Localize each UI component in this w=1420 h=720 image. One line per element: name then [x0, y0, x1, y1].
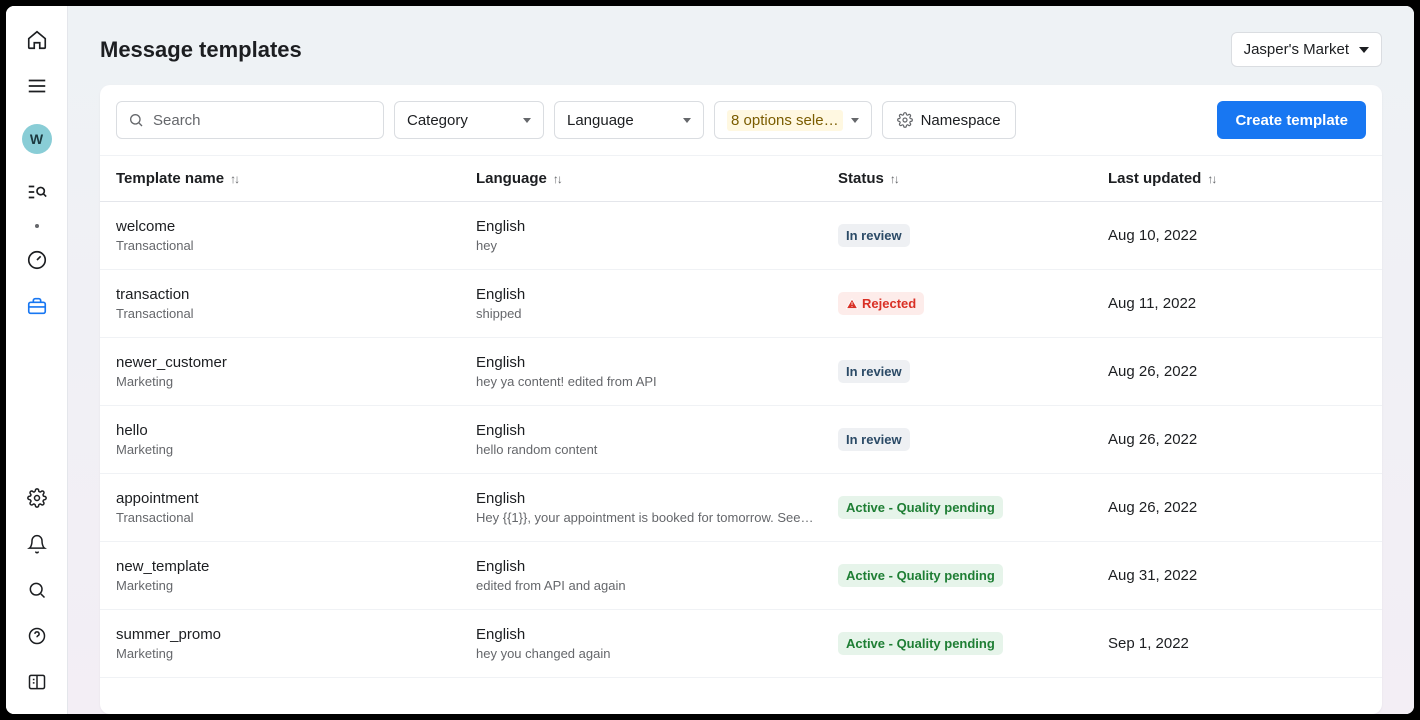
template-name: hello	[116, 422, 476, 439]
template-preview: Hey {{1}}, your appointment is booked fo…	[476, 510, 838, 525]
template-name: welcome	[116, 218, 476, 235]
home-icon[interactable]	[23, 26, 51, 54]
toolbox-icon[interactable]	[23, 292, 51, 320]
template-language: English	[476, 626, 838, 643]
col-header-language[interactable]: Language↑↓	[476, 170, 838, 187]
inspect-icon[interactable]	[23, 178, 51, 206]
search-wrap	[116, 101, 384, 139]
table-row[interactable]: new_template MarketingEnglish edited from …	[100, 542, 1382, 610]
template-category: Transactional	[116, 306, 476, 321]
dashboard-icon[interactable]	[23, 246, 51, 274]
toolbar: Category Language 8 options sele… Namesp…	[100, 85, 1382, 156]
template-name: new_template	[116, 558, 476, 575]
namespace-button[interactable]: Namespace	[882, 101, 1016, 139]
template-category: Transactional	[116, 510, 476, 525]
search-icon[interactable]	[23, 576, 51, 604]
template-language: English	[476, 286, 838, 303]
template-preview: hey	[476, 238, 838, 253]
chevron-down-icon	[683, 118, 691, 123]
template-updated: Aug 11, 2022	[1108, 295, 1366, 312]
language-label: Language	[567, 112, 634, 129]
table-row[interactable]: hello MarketingEnglish hello random conten…	[100, 406, 1382, 474]
create-template-button[interactable]: Create template	[1217, 101, 1366, 139]
notifications-icon[interactable]	[23, 530, 51, 558]
template-category: Marketing	[116, 578, 476, 593]
sort-icon: ↑↓	[230, 172, 238, 186]
sort-icon: ↑↓	[1207, 172, 1215, 186]
template-name: transaction	[116, 286, 476, 303]
category-filter[interactable]: Category	[394, 101, 544, 139]
status-filter[interactable]: 8 options sele…	[714, 101, 872, 139]
template-name: appointment	[116, 490, 476, 507]
separator-dot	[35, 224, 39, 228]
template-language: English	[476, 490, 838, 507]
table-row[interactable]: newer_customer MarketingEnglish hey ya con…	[100, 338, 1382, 406]
namespace-label: Namespace	[921, 112, 1001, 129]
search-input[interactable]	[116, 101, 384, 139]
sidebar: W	[6, 6, 68, 714]
chevron-down-icon	[523, 118, 531, 123]
page-header: Message templates Jasper's Market	[68, 6, 1414, 85]
workspace-avatar[interactable]: W	[22, 124, 52, 154]
account-switcher[interactable]: Jasper's Market	[1231, 32, 1382, 67]
category-label: Category	[407, 112, 468, 129]
template-updated: Aug 26, 2022	[1108, 431, 1366, 448]
table-row[interactable]: appointment TransactionalEnglish Hey {{1}}…	[100, 474, 1382, 542]
col-header-name[interactable]: Template name↑↓	[116, 170, 476, 187]
template-preview: hello random content	[476, 442, 838, 457]
col-header-status[interactable]: Status↑↓	[838, 170, 1108, 187]
chevron-down-icon	[851, 118, 859, 123]
sort-icon: ↑↓	[553, 172, 561, 186]
template-preview: shipped	[476, 306, 838, 321]
col-header-updated[interactable]: Last updated↑↓	[1108, 170, 1366, 187]
status-badge: In review	[838, 224, 910, 247]
status-filter-label: 8 options sele…	[727, 110, 843, 131]
search-icon	[128, 112, 144, 128]
table-header: Template name↑↓ Language↑↓ Status↑↓ Last…	[100, 156, 1382, 202]
table-row[interactable]: welcome TransactionalEnglish heyIn review A…	[100, 202, 1382, 270]
template-preview: hey ya content! edited from API	[476, 374, 838, 389]
warning-icon	[846, 298, 858, 310]
chevron-down-icon	[1359, 47, 1369, 53]
settings-icon[interactable]	[23, 484, 51, 512]
template-updated: Aug 31, 2022	[1108, 567, 1366, 584]
language-filter[interactable]: Language	[554, 101, 704, 139]
status-badge: Active - Quality pending	[838, 632, 1003, 655]
account-name: Jasper's Market	[1244, 41, 1349, 58]
template-updated: Aug 10, 2022	[1108, 227, 1366, 244]
template-category: Marketing	[116, 442, 476, 457]
template-updated: Aug 26, 2022	[1108, 363, 1366, 380]
main-content: Message templates Jasper's Market Catego…	[68, 6, 1414, 714]
status-badge: Active - Quality pending	[838, 564, 1003, 587]
template-language: English	[476, 354, 838, 371]
template-updated: Sep 1, 2022	[1108, 635, 1366, 652]
table-row[interactable]: transaction TransactionalEnglish shippedRe…	[100, 270, 1382, 338]
sort-icon: ↑↓	[890, 172, 898, 186]
templates-panel: Category Language 8 options sele… Namesp…	[100, 85, 1382, 714]
template-preview: hey you changed again	[476, 646, 838, 661]
template-name: summer_promo	[116, 626, 476, 643]
status-badge: In review	[838, 360, 910, 383]
table-row[interactable]: summer_promo MarketingEnglish hey you chan…	[100, 610, 1382, 678]
template-language: English	[476, 558, 838, 575]
menu-icon[interactable]	[23, 72, 51, 100]
template-preview: edited from API and again	[476, 578, 838, 593]
template-language: English	[476, 218, 838, 235]
template-language: English	[476, 422, 838, 439]
gear-icon	[897, 112, 913, 128]
panel-icon[interactable]	[23, 668, 51, 696]
template-category: Marketing	[116, 374, 476, 389]
status-badge: Active - Quality pending	[838, 496, 1003, 519]
template-name: newer_customer	[116, 354, 476, 371]
template-category: Transactional	[116, 238, 476, 253]
status-badge: In review	[838, 428, 910, 451]
template-category: Marketing	[116, 646, 476, 661]
help-icon[interactable]	[23, 622, 51, 650]
page-title: Message templates	[100, 37, 302, 63]
template-updated: Aug 26, 2022	[1108, 499, 1366, 516]
status-badge: Rejected	[838, 292, 924, 315]
templates-table: Template name↑↓ Language↑↓ Status↑↓ Last…	[100, 156, 1382, 714]
